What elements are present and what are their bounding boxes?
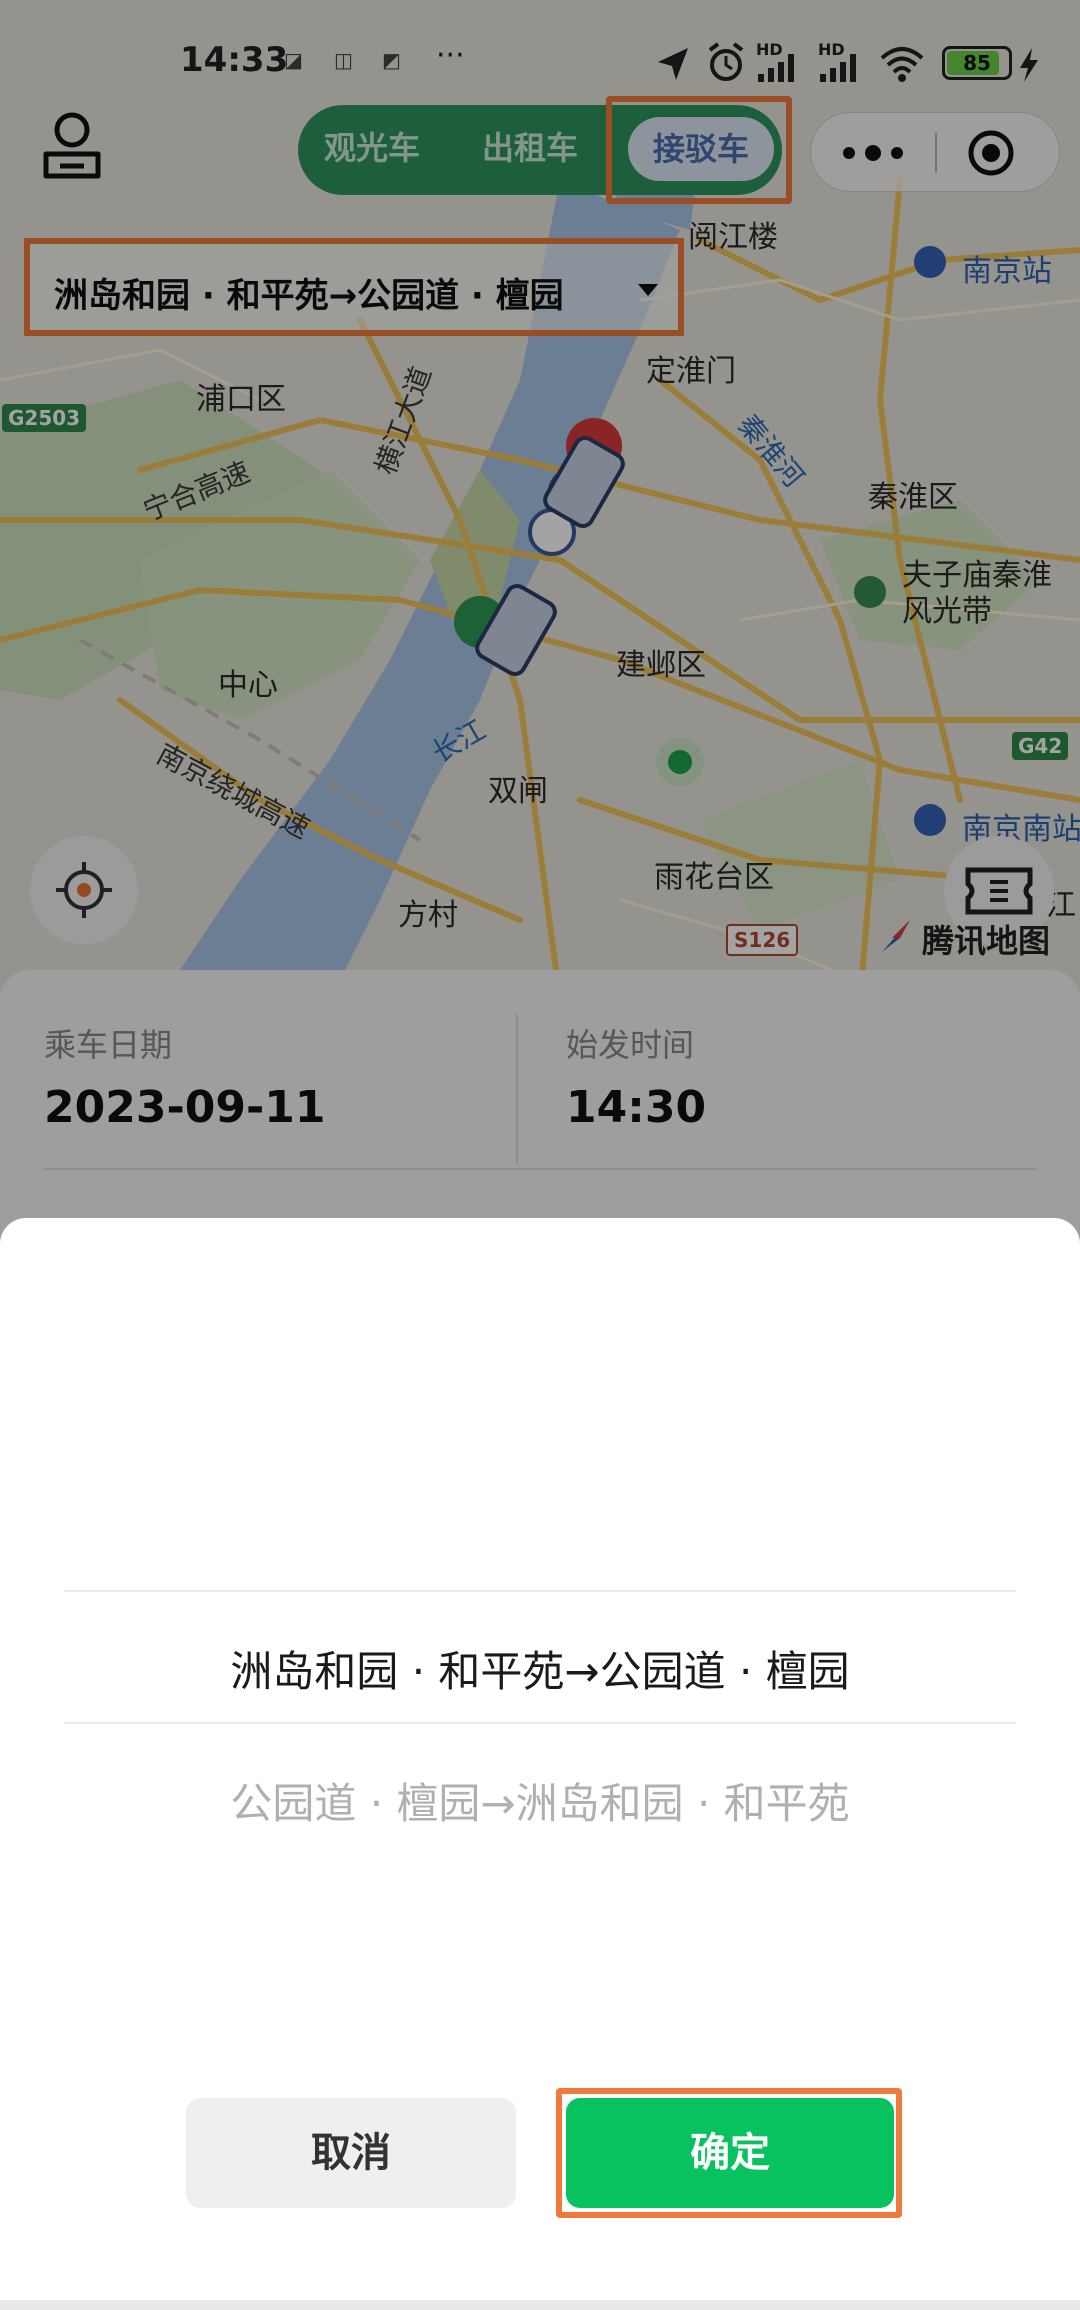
cancel-button[interactable]: 取消 [186,2098,516,2208]
picker-option[interactable]: 公园道 · 檀园→洲岛和园 · 和平苑 [0,1770,1080,1831]
home-indicator [0,2300,1080,2310]
highlight-box [556,2088,902,2218]
picker-divider [64,1590,1016,1592]
route-picker-sheet: 洲岛和园 · 和平苑→公园道 · 檀园 公园道 · 檀园→洲岛和园 · 和平苑 … [0,1218,1080,2310]
picker-divider [64,1722,1016,1724]
picker-option-selected[interactable]: 洲岛和园 · 和平苑→公园道 · 檀园 [0,1638,1080,1699]
